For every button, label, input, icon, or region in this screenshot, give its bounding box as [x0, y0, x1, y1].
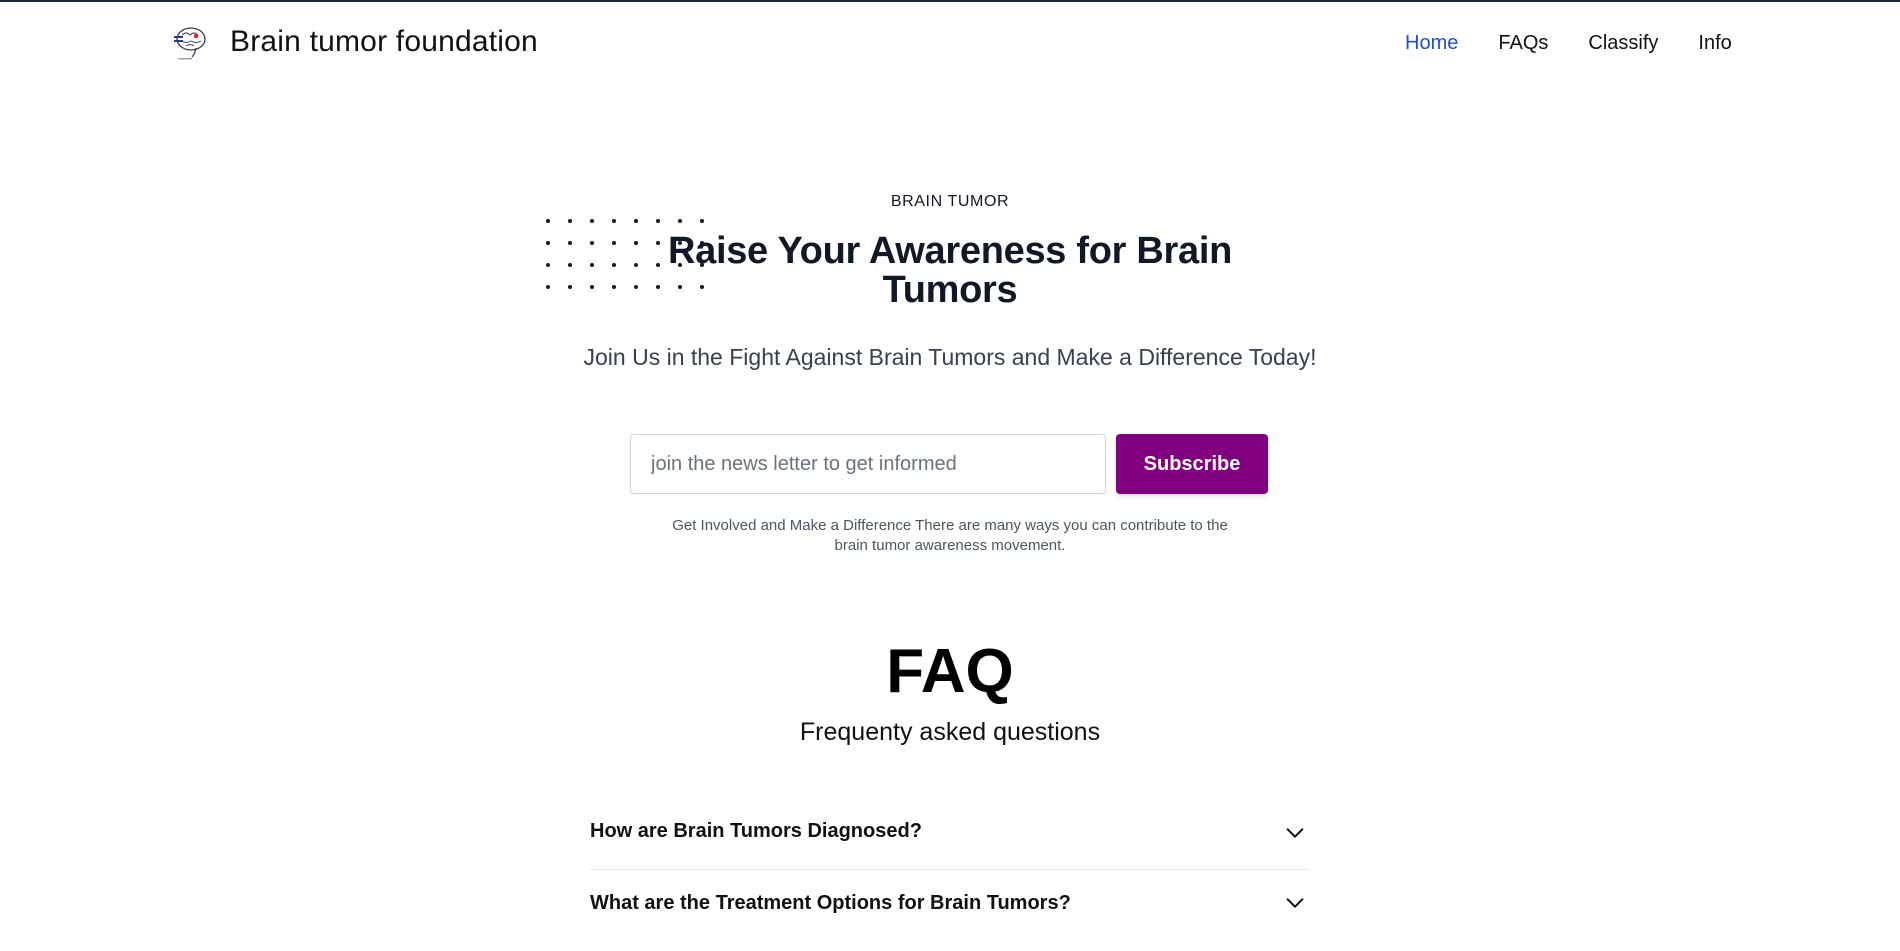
nav-classify[interactable]: Classify: [1588, 32, 1658, 55]
chevron-down-icon[interactable]: [1284, 822, 1306, 844]
hero-note: Get Involved and Make a Difference There…: [672, 517, 1228, 554]
faq-question: How are Brain Tumors Diagnosed?: [590, 820, 922, 842]
subscribe-button[interactable]: Subscribe: [1116, 434, 1268, 494]
brain-icon: [174, 27, 206, 60]
newsletter-form: Subscribe: [630, 434, 1268, 494]
faq-question: What are the Treatment Options for Brain…: [590, 892, 1071, 914]
brand[interactable]: Brain tumor foundation: [170, 22, 538, 62]
brand-name: Brain tumor foundation: [230, 25, 538, 58]
faq-subtitle: Frequenty asked questions: [799, 718, 1101, 746]
nav-home[interactable]: Home: [1405, 32, 1458, 55]
site-header: Brain tumor foundation Home FAQs Classif…: [0, 2, 1900, 84]
nav-faqs[interactable]: FAQs: [1498, 32, 1548, 55]
faq-list: How are Brain Tumors Diagnosed? What are…: [590, 800, 1310, 951]
faq-title: FAQ: [886, 637, 1014, 706]
newsletter-email-input[interactable]: [630, 434, 1106, 494]
nav-info[interactable]: Info: [1698, 32, 1731, 55]
main-nav: Home FAQs Classify Info: [1405, 32, 1772, 55]
hero-title: Raise Your Awareness for Brain Tumors: [667, 230, 1233, 311]
hero-eyebrow: BRAIN TUMOR: [890, 193, 1010, 210]
chevron-down-icon[interactable]: [1284, 892, 1306, 914]
faq-item[interactable]: What are the Treatment Options for Brain…: [590, 870, 1310, 951]
faq-item[interactable]: How are Brain Tumors Diagnosed?: [590, 800, 1310, 870]
hero-subtitle: Join Us in the Fight Against Brain Tumor…: [583, 344, 1317, 370]
